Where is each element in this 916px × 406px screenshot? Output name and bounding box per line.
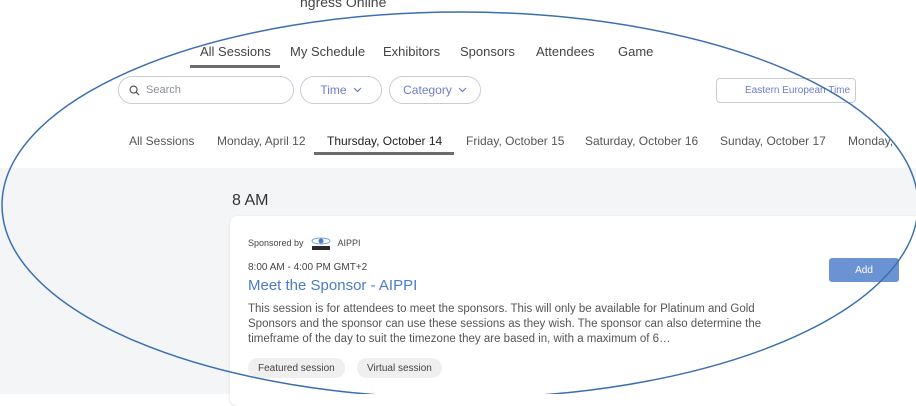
time-filter-label: Time xyxy=(320,83,347,97)
category-filter-dropdown[interactable]: Category xyxy=(389,76,481,104)
day-tab-monday-partial[interactable]: Monday, xyxy=(848,134,893,148)
time-slot-heading: 8 AM xyxy=(232,192,269,209)
filter-bar: Search Time Category Eastern European Ti… xyxy=(0,76,916,106)
main-nav: All Sessions My Schedule Exhibitors Spon… xyxy=(0,34,916,70)
day-tab-monday-april-12[interactable]: Monday, April 12 xyxy=(217,134,306,148)
timezone-label: Eastern European Time xyxy=(745,85,851,96)
search-icon xyxy=(129,85,140,96)
active-day-indicator xyxy=(314,152,454,155)
session-description: This session is for attendees to meet th… xyxy=(248,303,762,345)
day-tab-sunday-october-17[interactable]: Sunday, October 17 xyxy=(720,134,826,148)
tag-featured-session: Featured session xyxy=(248,358,345,378)
tab-exhibitors[interactable]: Exhibitors xyxy=(383,44,440,59)
tab-all-sessions[interactable]: All Sessions xyxy=(200,44,271,59)
search-input[interactable]: Search xyxy=(118,76,294,104)
tag-virtual-session: Virtual session xyxy=(357,358,442,378)
chevron-down-icon xyxy=(458,87,467,93)
timezone-selector[interactable]: Eastern European Time xyxy=(716,78,856,103)
tab-game[interactable]: Game xyxy=(618,44,653,59)
tab-attendees[interactable]: Attendees xyxy=(536,44,595,59)
chevron-down-icon xyxy=(353,87,362,93)
day-tabs: All Sessions Monday, April 12 Thursday, … xyxy=(0,128,916,158)
sponsor-line: Sponsored by AIPPI xyxy=(248,235,361,251)
day-tab-saturday-october-16[interactable]: Saturday, October 16 xyxy=(585,134,698,148)
day-tab-thursday-october-14[interactable]: Thursday, October 14 xyxy=(327,134,442,148)
active-tab-indicator xyxy=(190,65,280,68)
tab-my-schedule[interactable]: My Schedule xyxy=(290,44,365,59)
category-filter-label: Category xyxy=(403,83,452,97)
sponsor-name[interactable]: AIPPI xyxy=(338,238,361,248)
sponsored-by-label: Sponsored by xyxy=(248,238,304,248)
tab-sponsors[interactable]: Sponsors xyxy=(460,44,515,59)
day-tab-all-sessions[interactable]: All Sessions xyxy=(129,134,194,148)
search-placeholder: Search xyxy=(146,84,181,96)
session-card[interactable]: Sponsored by AIPPI 8:00 AM - 4:00 PM GMT… xyxy=(230,216,916,406)
session-title[interactable]: Meet the Sponsor - AIPPI xyxy=(248,277,417,294)
aippi-logo-icon xyxy=(311,237,331,250)
add-session-button[interactable]: Add xyxy=(829,258,899,282)
time-filter-dropdown[interactable]: Time xyxy=(300,76,382,104)
event-title: ngress Online xyxy=(300,0,387,10)
session-time: 8:00 AM - 4:00 PM GMT+2 xyxy=(248,262,368,273)
day-tab-friday-october-15[interactable]: Friday, October 15 xyxy=(466,134,564,148)
